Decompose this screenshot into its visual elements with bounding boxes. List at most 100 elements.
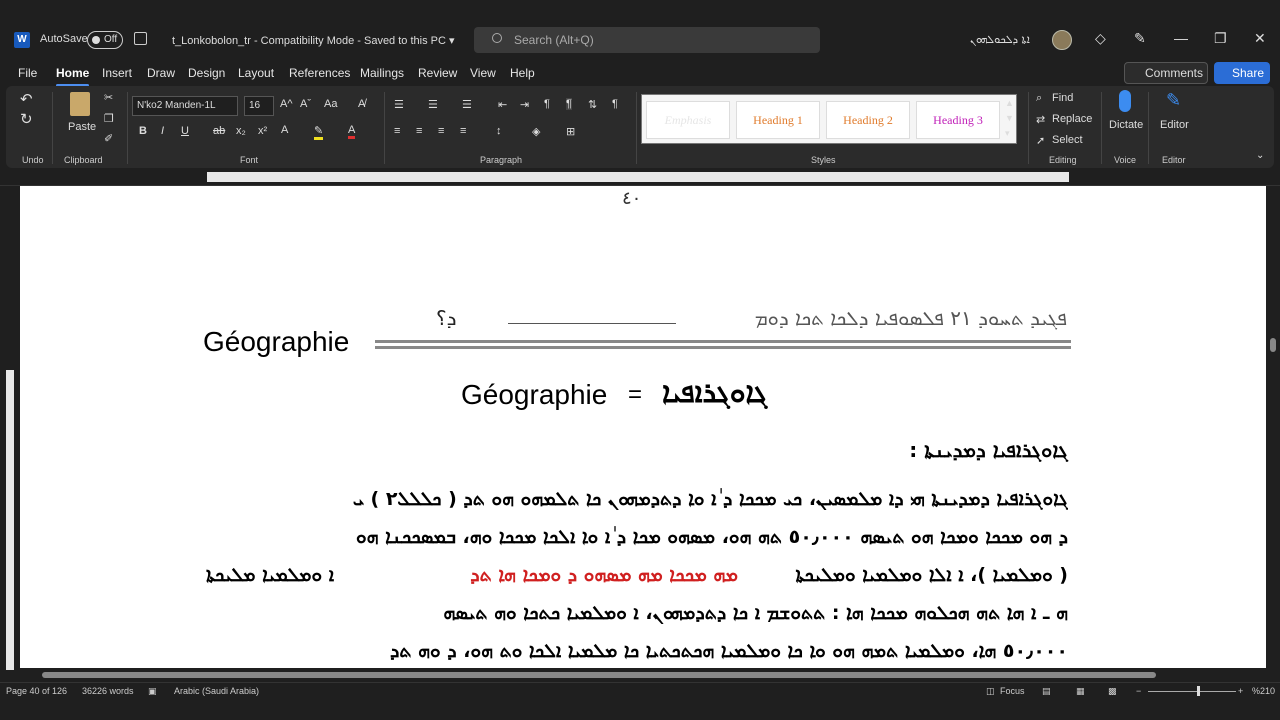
print-layout-icon[interactable]: ▦: [1076, 686, 1085, 697]
borders-icon[interactable]: ⊞: [566, 125, 575, 138]
styles-scroll-down-icon[interactable]: ▼: [1005, 113, 1014, 123]
ltr-icon[interactable]: ¶: [544, 98, 550, 110]
subscript-button[interactable]: x₂: [236, 125, 246, 137]
ruler-area[interactable]: [207, 172, 1069, 182]
find-button[interactable]: Find: [1052, 92, 1073, 104]
clear-formatting-icon[interactable]: A̸: [358, 98, 365, 110]
autosave-toggle[interactable]: Off: [87, 31, 123, 49]
change-case-icon[interactable]: Aa: [324, 98, 337, 110]
zoom-slider[interactable]: [1148, 691, 1236, 692]
word-count[interactable]: 36226 words: [82, 686, 134, 696]
replace-button[interactable]: Replace: [1052, 113, 1092, 125]
font-name-select[interactable]: N'ko2 Manden-1L: [132, 96, 238, 116]
menu-review[interactable]: Review: [418, 66, 457, 80]
justify-icon[interactable]: ≡: [460, 125, 466, 137]
avatar[interactable]: [1052, 30, 1072, 50]
read-mode-icon[interactable]: ▤: [1042, 686, 1051, 697]
increase-indent-icon[interactable]: ⇥: [520, 98, 529, 111]
menu-layout[interactable]: Layout: [238, 66, 274, 80]
search-input[interactable]: Search (Alt+Q): [474, 27, 820, 53]
font-color-icon[interactable]: A: [348, 124, 356, 139]
align-center-icon[interactable]: ≡: [416, 125, 422, 137]
zoom-slider-thumb[interactable]: [1197, 686, 1200, 696]
decrease-indent-icon[interactable]: ⇤: [498, 98, 507, 111]
share-button[interactable]: Share: [1214, 62, 1270, 84]
styles-gallery[interactable]: Emphasis Heading 1 Heading 2 Heading 3: [641, 94, 1017, 144]
superscript-button[interactable]: x²: [258, 125, 267, 137]
diamond-icon[interactable]: ◇: [1095, 30, 1106, 47]
menu-mailings[interactable]: Mailings: [360, 66, 404, 80]
paste-button[interactable]: Paste: [68, 121, 96, 133]
styles-more-icon[interactable]: ▾: [1005, 128, 1010, 139]
close-button[interactable]: ✕: [1254, 30, 1266, 47]
bold-button[interactable]: B: [139, 125, 147, 137]
save-icon[interactable]: [134, 32, 147, 45]
editor-button[interactable]: Editor: [1160, 119, 1189, 131]
numbering-icon[interactable]: ☰: [428, 98, 438, 111]
font-size-select[interactable]: 16: [244, 96, 274, 116]
menu-design[interactable]: Design: [188, 66, 225, 80]
menu-help[interactable]: Help: [510, 66, 535, 80]
menu-references[interactable]: References: [289, 66, 350, 80]
style-emphasis[interactable]: Emphasis: [646, 101, 730, 139]
comments-button[interactable]: Comments: [1124, 62, 1208, 84]
styles-scroll-up-icon[interactable]: ▲: [1005, 98, 1014, 108]
show-marks-icon[interactable]: ¶: [612, 98, 618, 110]
focus-button[interactable]: Focus: [1000, 686, 1025, 696]
pen-icon[interactable]: ✎: [1134, 30, 1146, 47]
strikethrough-button[interactable]: ab: [213, 125, 225, 137]
menu-home[interactable]: Home: [56, 66, 90, 87]
vertical-scrollbar[interactable]: [1266, 186, 1280, 668]
format-painter-icon[interactable]: ✐: [104, 132, 113, 145]
undo-icon[interactable]: ↶: [20, 90, 33, 108]
proofing-icon[interactable]: ▣: [148, 686, 157, 697]
style-heading-3[interactable]: Heading 3: [916, 101, 1000, 139]
document-page[interactable]: ٤٠ ܦܓܝܕ ܬܚܘܕ ٢١ ܦܠܣܘܦܝܐ ܕܠܟܐ ܬܟܐ ܕܘܡ ܕ؟ …: [20, 186, 1266, 668]
maximize-button[interactable]: ❐: [1214, 30, 1227, 47]
copy-icon[interactable]: ❐: [104, 112, 114, 125]
underline-button[interactable]: U: [181, 125, 189, 137]
user-name[interactable]: ܐܬܐ ܕܠܟܘܠܗܘܢ: [970, 33, 1030, 47]
shading-icon[interactable]: ◈: [532, 125, 540, 138]
zoom-out-icon[interactable]: −: [1136, 686, 1141, 696]
paste-icon[interactable]: [70, 92, 90, 116]
page-count[interactable]: Page 40 of 126: [6, 686, 67, 696]
editor-pen-icon[interactable]: ✎: [1166, 90, 1181, 111]
zoom-in-icon[interactable]: +: [1238, 686, 1243, 696]
document-title[interactable]: t_Lonkobolon_tr - Compatibility Mode - S…: [172, 34, 455, 47]
text-effects-icon[interactable]: A: [281, 124, 288, 136]
horizontal-scroll-thumb[interactable]: [42, 672, 1156, 678]
menu-file[interactable]: File: [18, 66, 37, 80]
menu-insert[interactable]: Insert: [102, 66, 132, 80]
find-icon[interactable]: ⌕: [1036, 92, 1042, 105]
style-heading-2[interactable]: Heading 2: [826, 101, 910, 139]
italic-button[interactable]: I: [161, 125, 164, 137]
multilevel-list-icon[interactable]: ☰: [462, 98, 472, 111]
select-icon[interactable]: ➚: [1036, 134, 1045, 147]
align-right-icon[interactable]: ≡: [438, 125, 444, 137]
align-left-icon[interactable]: ≡: [394, 125, 400, 137]
zoom-level[interactable]: %210: [1252, 686, 1275, 696]
replace-icon[interactable]: ⇄: [1036, 113, 1045, 126]
language-status[interactable]: Arabic (Saudi Arabia): [174, 686, 259, 696]
minimize-button[interactable]: —: [1174, 30, 1188, 46]
style-heading-1[interactable]: Heading 1: [736, 101, 820, 139]
microphone-icon[interactable]: [1119, 90, 1131, 112]
bullets-icon[interactable]: ☰: [394, 98, 404, 111]
collapse-ribbon-icon[interactable]: ⌄: [1256, 150, 1264, 161]
focus-icon[interactable]: ◫: [986, 686, 995, 697]
grow-font-icon[interactable]: A^: [280, 98, 293, 110]
vertical-ruler-area[interactable]: [6, 370, 14, 670]
line-spacing-icon[interactable]: ↕: [496, 125, 502, 137]
shrink-font-icon[interactable]: Aˇ: [300, 98, 311, 110]
dictate-button[interactable]: Dictate: [1109, 119, 1143, 131]
redo-icon[interactable]: ↻: [20, 110, 33, 128]
vertical-scroll-thumb[interactable]: [1270, 338, 1276, 352]
menu-view[interactable]: View: [470, 66, 496, 80]
menu-draw[interactable]: Draw: [147, 66, 175, 80]
cut-icon[interactable]: ✂: [104, 91, 113, 104]
rtl-icon[interactable]: ¶: [566, 98, 572, 110]
sort-icon[interactable]: ⇅: [588, 98, 597, 111]
web-layout-icon[interactable]: ▩: [1108, 686, 1117, 697]
select-button[interactable]: Select: [1052, 134, 1083, 146]
